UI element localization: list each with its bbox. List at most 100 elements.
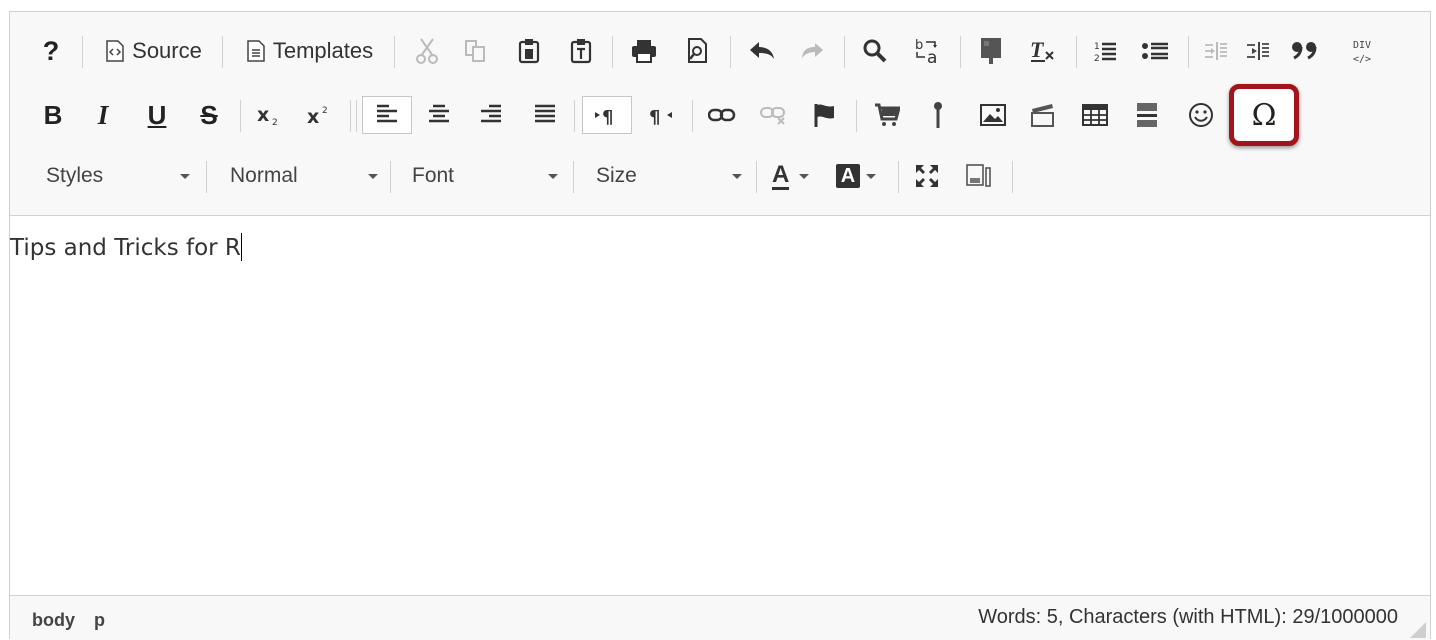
undo-button[interactable] bbox=[746, 32, 778, 70]
align-left-button[interactable] bbox=[362, 96, 412, 134]
redo-button[interactable] bbox=[798, 32, 828, 70]
path-item-p[interactable]: p bbox=[94, 610, 105, 630]
paste-button[interactable] bbox=[514, 32, 544, 70]
format-dropdown[interactable]: Normal bbox=[214, 157, 386, 195]
templates-button[interactable]: Templates bbox=[238, 32, 382, 70]
toolbar-separator bbox=[1076, 36, 1077, 68]
smiley-button[interactable] bbox=[1186, 96, 1216, 134]
background-color-button[interactable]: A bbox=[836, 157, 886, 195]
div-container-button[interactable]: DIV </> bbox=[1350, 32, 1380, 70]
outdent-button[interactable] bbox=[1202, 32, 1230, 70]
chevron-down-icon bbox=[180, 174, 190, 179]
copy-icon bbox=[465, 40, 485, 62]
size-dropdown-label: Size bbox=[596, 164, 637, 187]
styles-dropdown[interactable]: Styles bbox=[30, 157, 198, 195]
align-left-icon bbox=[377, 104, 397, 123]
table-icon bbox=[1082, 104, 1108, 126]
text-direction-ltr-button[interactable]: ¶ bbox=[582, 96, 632, 134]
path-item-body[interactable]: body bbox=[32, 610, 75, 630]
toolbar-separator bbox=[898, 161, 899, 193]
toolbar-row-2: B I U S x2 x2 ¶ ¶ Ω bbox=[10, 84, 1430, 146]
toolbar-separator bbox=[573, 161, 574, 193]
resize-handle-icon[interactable] bbox=[1410, 622, 1426, 638]
toolbar-row-3: Styles Normal Font Size A A bbox=[10, 157, 1430, 195]
align-center-icon bbox=[429, 104, 449, 123]
horizontal-rule-button[interactable] bbox=[1132, 96, 1162, 134]
svg-text:¶: ¶ bbox=[602, 107, 613, 126]
align-right-button[interactable] bbox=[476, 96, 506, 134]
blockquote-button[interactable] bbox=[1290, 32, 1320, 70]
svg-text:</>: </> bbox=[1353, 54, 1371, 65]
background-color-label: A bbox=[836, 164, 860, 188]
bulleted-list-button[interactable] bbox=[1140, 32, 1170, 70]
link-button[interactable] bbox=[706, 96, 738, 134]
text-color-button[interactable]: A bbox=[772, 157, 822, 195]
text-direction-rtl-button[interactable]: ¶ bbox=[646, 96, 676, 134]
align-center-button[interactable] bbox=[424, 96, 454, 134]
svg-text:x: x bbox=[307, 106, 319, 127]
toolbar-separator bbox=[82, 36, 83, 68]
subscript-button[interactable]: x2 bbox=[254, 96, 286, 134]
indent-icon bbox=[1247, 42, 1269, 60]
maximize-icon bbox=[916, 165, 938, 187]
font-dropdown[interactable]: Font bbox=[398, 157, 566, 195]
paste-text-button[interactable] bbox=[566, 32, 596, 70]
search-icon bbox=[863, 39, 887, 63]
text-caret bbox=[240, 233, 242, 261]
bulleted-list-icon bbox=[1142, 42, 1168, 60]
word-count: Words: 5, Characters (with HTML): 29/100… bbox=[978, 606, 1398, 628]
copy-button[interactable] bbox=[460, 32, 490, 70]
svg-text:2: 2 bbox=[1094, 54, 1100, 62]
bold-button[interactable]: B bbox=[38, 96, 68, 134]
svg-text:1: 1 bbox=[1094, 42, 1100, 52]
anchor-button[interactable] bbox=[810, 96, 840, 134]
print-button[interactable] bbox=[628, 32, 660, 70]
editor-content-area[interactable]: Tips and Tricks for R bbox=[10, 217, 1430, 595]
underline-button[interactable]: U bbox=[142, 96, 172, 134]
svg-text:2: 2 bbox=[322, 106, 328, 116]
preview-button[interactable] bbox=[682, 32, 712, 70]
chevron-down-icon bbox=[732, 174, 742, 179]
quote-icon bbox=[1292, 42, 1317, 60]
indent-button[interactable] bbox=[1244, 32, 1272, 70]
unlink-button[interactable] bbox=[758, 96, 790, 134]
help-button[interactable]: ? bbox=[38, 32, 64, 70]
special-character-button[interactable]: Ω bbox=[1244, 96, 1284, 134]
element-path: body p bbox=[32, 610, 119, 631]
superscript-button[interactable]: x2 bbox=[304, 96, 336, 134]
table-button[interactable] bbox=[1080, 96, 1110, 134]
link-icon bbox=[708, 108, 736, 122]
source-icon bbox=[106, 40, 124, 62]
templates-label: Templates bbox=[272, 38, 374, 63]
toolbar-separator bbox=[222, 36, 223, 68]
find-button[interactable] bbox=[860, 32, 890, 70]
justify-icon bbox=[535, 104, 555, 123]
chevron-down-icon bbox=[799, 173, 810, 179]
justify-button[interactable] bbox=[530, 96, 560, 134]
content-text: Tips and Tricks for R bbox=[10, 235, 241, 261]
smiley-icon bbox=[1189, 103, 1213, 127]
toolbar-separator bbox=[240, 100, 241, 132]
numbered-list-icon: 12 bbox=[1094, 42, 1116, 62]
video-button[interactable] bbox=[1028, 96, 1058, 134]
image-button[interactable] bbox=[978, 96, 1008, 134]
spellcheck-button[interactable] bbox=[976, 32, 1006, 70]
italic-button[interactable]: I bbox=[88, 96, 118, 134]
pin-button[interactable] bbox=[926, 96, 950, 134]
remove-format-button[interactable]: T bbox=[1026, 32, 1058, 70]
cart-button[interactable] bbox=[872, 96, 902, 134]
maximize-button[interactable] bbox=[912, 157, 942, 195]
flag-icon bbox=[814, 104, 834, 127]
replace-button[interactable]: ba bbox=[912, 32, 944, 70]
source-button[interactable]: Source bbox=[98, 32, 210, 70]
show-blocks-icon bbox=[966, 164, 991, 187]
strikethrough-button[interactable]: S bbox=[194, 96, 224, 134]
svg-text:a: a bbox=[927, 48, 937, 65]
size-dropdown[interactable]: Size bbox=[582, 157, 750, 195]
text-color-label: A bbox=[772, 160, 790, 190]
svg-text:2: 2 bbox=[272, 118, 278, 127]
cut-button[interactable] bbox=[412, 32, 442, 70]
numbered-list-button[interactable]: 12 bbox=[1090, 32, 1120, 70]
show-blocks-button[interactable] bbox=[964, 157, 994, 195]
toolbar-separator bbox=[612, 36, 613, 68]
